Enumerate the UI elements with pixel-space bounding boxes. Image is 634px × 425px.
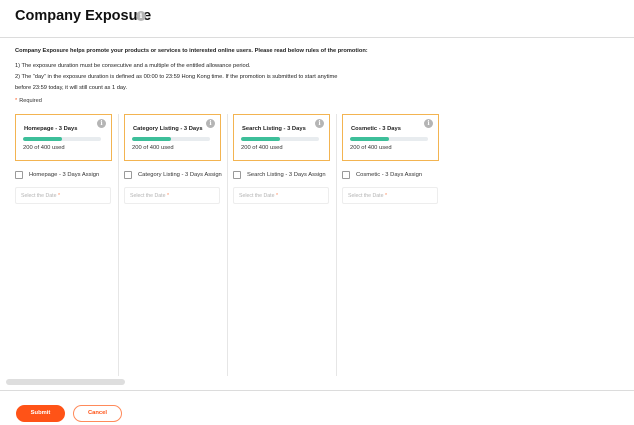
option-card-search-listing: Search Listing - 3 Days i 200 of 400 use… — [233, 114, 330, 161]
assign-checkbox[interactable] — [233, 171, 241, 179]
option-card-homepage: Homepage - 3 Days i 200 of 400 used — [15, 114, 112, 161]
date-placeholder: Select the Date — [239, 193, 275, 199]
page-title: Company Exposure — [15, 8, 152, 24]
usage-progress-bar — [132, 137, 210, 141]
assign-label: Category Listing - 3 Days Assign — [138, 172, 222, 178]
info-icon[interactable]: i — [315, 119, 324, 128]
intro-lead-text: Company Exposure helps promote your prod… — [15, 48, 368, 54]
info-icon[interactable]: i — [136, 11, 146, 21]
assign-label: Search Listing - 3 Days Assign — [247, 172, 326, 178]
date-placeholder: Select the Date — [348, 193, 384, 199]
info-icon[interactable]: i — [424, 119, 433, 128]
info-icon[interactable]: i — [97, 119, 106, 128]
column-divider — [227, 114, 228, 376]
option-title: Cosmetic - 3 Days — [351, 126, 401, 132]
date-placeholder: Select the Date — [130, 193, 166, 199]
assign-label: Cosmetic - 3 Days Assign — [356, 172, 423, 178]
assign-checkbox-row-search-listing[interactable]: Search Listing - 3 Days Assign — [233, 170, 326, 180]
option-column-category-listing: Category Listing - 3 Days i 200 of 400 u… — [124, 114, 233, 376]
usage-text: 200 of 400 used — [132, 145, 174, 151]
assign-checkbox[interactable] — [15, 171, 23, 179]
usage-progress-bar — [241, 137, 319, 141]
assign-checkbox-row-category-listing[interactable]: Category Listing - 3 Days Assign — [124, 170, 222, 180]
assign-checkbox[interactable] — [342, 171, 350, 179]
page-header: Company Exposure i — [0, 0, 634, 38]
option-title: Search Listing - 3 Days — [242, 126, 306, 132]
date-required-mark: * — [275, 193, 278, 199]
rule-2-continued-text: before 23:59 today, it will still count … — [15, 85, 128, 91]
assign-label: Homepage - 3 Days Assign — [29, 172, 100, 178]
required-asterisk: * — [15, 98, 18, 104]
usage-progress-fill — [350, 137, 389, 141]
horizontal-scrollbar[interactable] — [0, 379, 634, 386]
rule-1-text: 1) The exposure duration must be consecu… — [15, 63, 251, 69]
option-title: Category Listing - 3 Days — [133, 126, 203, 132]
rule-2-text: 2) The “day” in the exposure duration is… — [15, 74, 338, 80]
usage-text: 200 of 400 used — [23, 145, 65, 151]
scrollbar-thumb[interactable] — [6, 379, 125, 385]
form-footer: Submit Cancel — [0, 390, 634, 425]
assign-checkbox-row-cosmetic[interactable]: Cosmetic - 3 Days Assign — [342, 170, 422, 180]
usage-text: 200 of 400 used — [241, 145, 283, 151]
date-select-field-category-listing[interactable]: Select the Date * — [124, 187, 220, 204]
option-column-homepage: Homepage - 3 Days i 200 of 400 used Home… — [15, 114, 124, 376]
option-title: Homepage - 3 Days — [24, 126, 78, 132]
assign-checkbox[interactable] — [124, 171, 132, 179]
usage-progress-fill — [23, 137, 62, 141]
usage-progress-bar — [350, 137, 428, 141]
date-select-field-cosmetic[interactable]: Select the Date * — [342, 187, 438, 204]
promotion-rules: Company Exposure helps promote your prod… — [15, 48, 625, 94]
required-note: * Required — [15, 98, 42, 104]
column-divider — [336, 114, 337, 376]
cancel-button[interactable]: Cancel — [73, 405, 122, 422]
option-card-cosmetic: Cosmetic - 3 Days i 200 of 400 used — [342, 114, 439, 161]
date-select-field-homepage[interactable]: Select the Date * — [15, 187, 111, 204]
option-column-cosmetic: Cosmetic - 3 Days i 200 of 400 used Cosm… — [342, 114, 451, 376]
usage-progress-fill — [132, 137, 171, 141]
usage-progress-fill — [241, 137, 280, 141]
assign-checkbox-row-homepage[interactable]: Homepage - 3 Days Assign — [15, 170, 99, 180]
submit-button[interactable]: Submit — [16, 405, 65, 422]
column-divider — [118, 114, 119, 376]
usage-progress-bar — [23, 137, 101, 141]
info-icon[interactable]: i — [206, 119, 215, 128]
usage-text: 200 of 400 used — [350, 145, 392, 151]
date-required-mark: * — [384, 193, 387, 199]
date-placeholder: Select the Date — [21, 193, 57, 199]
option-column-search-listing: Search Listing - 3 Days i 200 of 400 use… — [233, 114, 342, 376]
date-required-mark: * — [57, 193, 60, 199]
option-card-category-listing: Category Listing - 3 Days i 200 of 400 u… — [124, 114, 221, 161]
date-select-field-search-listing[interactable]: Select the Date * — [233, 187, 329, 204]
required-label: Required — [19, 98, 42, 104]
date-required-mark: * — [166, 193, 169, 199]
